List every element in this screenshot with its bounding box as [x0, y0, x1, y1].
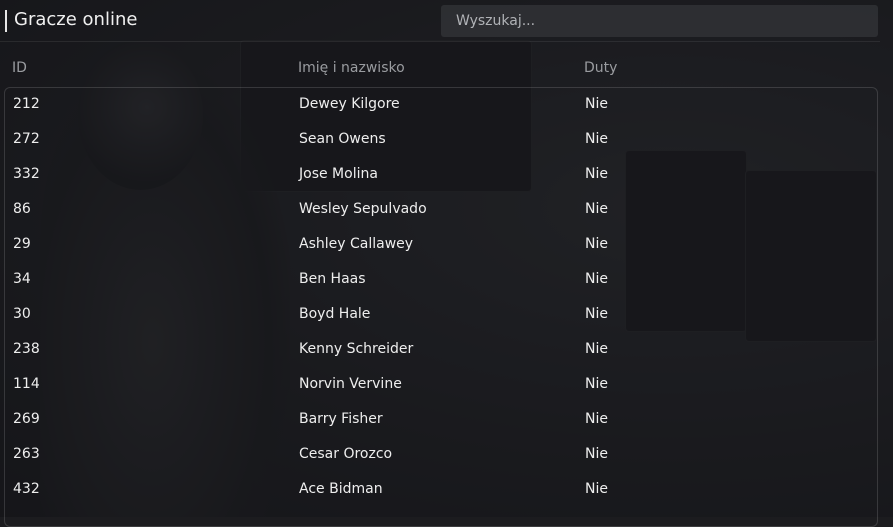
player-name: Boyd Hale [299, 306, 371, 322]
player-row[interactable]: 238 Kenny Schreider Nie [5, 333, 877, 368]
player-id: 30 [13, 306, 31, 322]
player-list[interactable]: 212 Dewey Kilgore Nie 272 Sean Owens Nie 332 Jo… [4, 87, 878, 527]
player-name: Ben Haas [299, 271, 366, 287]
player-id: 86 [13, 201, 31, 217]
player-id: 29 [13, 236, 31, 252]
player-id: 269 [13, 411, 40, 427]
player-row[interactable]: 30 Boyd Hale Nie [5, 298, 877, 333]
player-duty: Nie [585, 131, 608, 147]
player-duty: Nie [585, 236, 608, 252]
online-players-panel: Gracze online ID Imię i nazwisko Duty 21… [0, 0, 893, 527]
player-row[interactable]: 272 Sean Owens Nie [5, 123, 877, 158]
player-name: Barry Fisher [299, 411, 383, 427]
player-row[interactable]: 212 Dewey Kilgore Nie [5, 88, 877, 123]
panel-header: Gracze online [0, 0, 893, 41]
player-duty: Nie [585, 341, 608, 357]
player-name: Dewey Kilgore [299, 96, 400, 112]
player-duty: Nie [585, 446, 608, 462]
player-duty: Nie [585, 201, 608, 217]
player-row[interactable]: 269 Barry Fisher Nie [5, 403, 877, 438]
player-id: 263 [13, 446, 40, 462]
player-name: Jose Molina [299, 166, 378, 182]
player-duty: Nie [585, 271, 608, 287]
player-row[interactable]: 86 Wesley Sepulvado Nie [5, 193, 877, 228]
player-duty: Nie [585, 481, 608, 497]
player-duty: Nie [585, 411, 608, 427]
player-id: 212 [13, 96, 40, 112]
player-duty: Nie [585, 306, 608, 322]
column-header-id[interactable]: ID [12, 60, 27, 76]
player-name: Cesar Orozco [299, 446, 393, 462]
player-name: Wesley Sepulvado [299, 201, 427, 217]
header-divider [0, 41, 880, 42]
panel-title: Gracze online [14, 9, 138, 30]
player-duty: Nie [585, 96, 608, 112]
player-id: 332 [13, 166, 40, 182]
player-name: Ashley Callawey [299, 236, 414, 252]
player-row[interactable]: 263 Cesar Orozco Nie [5, 438, 877, 473]
player-id: 238 [13, 341, 40, 357]
player-id: 34 [13, 271, 31, 287]
player-row[interactable]: 34 Ben Haas Nie [5, 263, 877, 298]
player-id: 272 [13, 131, 40, 147]
player-name: Sean Owens [299, 131, 386, 147]
player-duty: Nie [585, 376, 608, 392]
player-id: 114 [13, 376, 40, 392]
column-header-name[interactable]: Imię i nazwisko [298, 60, 405, 76]
title-accent-bar [5, 10, 7, 32]
player-row[interactable]: 432 Ace Bidman Nie [5, 473, 877, 508]
search-input[interactable] [441, 5, 878, 37]
player-row[interactable]: 332 Jose Molina Nie [5, 158, 877, 193]
player-id: 432 [13, 481, 40, 497]
player-name: Ace Bidman [299, 481, 383, 497]
player-row[interactable]: 114 Norvin Vervine Nie [5, 368, 877, 403]
player-duty: Nie [585, 166, 608, 182]
player-name: Kenny Schreider [299, 341, 414, 357]
player-name: Norvin Vervine [299, 376, 402, 392]
column-header-duty[interactable]: Duty [584, 60, 617, 76]
player-row[interactable]: 29 Ashley Callawey Nie [5, 228, 877, 263]
